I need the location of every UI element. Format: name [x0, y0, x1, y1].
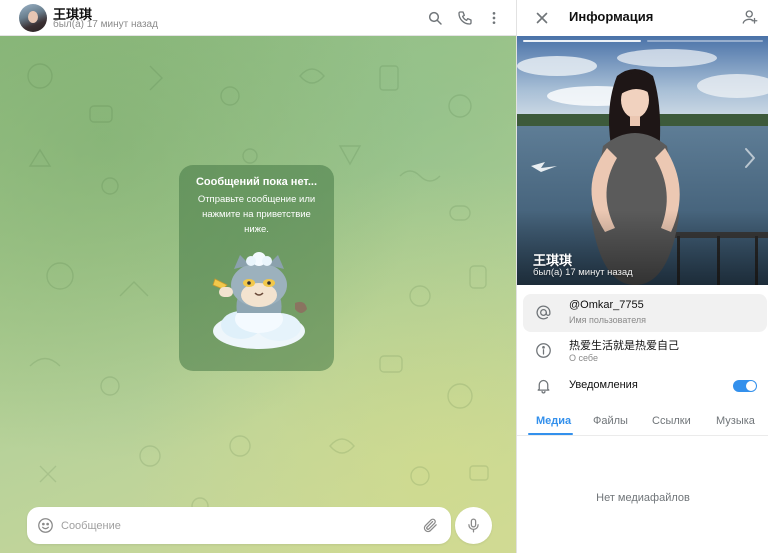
- at-icon: [536, 305, 551, 320]
- username-label: Имя пользователя: [569, 315, 647, 325]
- avatar[interactable]: [19, 4, 47, 32]
- shared-media-tabs: Медиа Файлы Ссылки Музыка: [517, 408, 768, 436]
- info-header: Информация: [517, 0, 768, 36]
- search-icon[interactable]: [425, 8, 445, 28]
- close-icon[interactable]: [533, 9, 551, 27]
- tab-links[interactable]: Ссылки: [652, 415, 691, 427]
- info-icon: [536, 343, 551, 358]
- chat-pane: 王琪琪 был(а) 17 минут назад Сообщений пока…: [0, 0, 516, 553]
- paperclip-icon[interactable]: [422, 517, 439, 534]
- message-composer: [27, 507, 451, 544]
- notifications-label: Уведомления: [569, 379, 638, 391]
- username-value: @Omkar_7755: [569, 299, 644, 311]
- empty-chat-title: Сообщений пока нет...: [195, 176, 318, 188]
- active-tab-indicator: [528, 433, 573, 435]
- empty-chat-greeting: Сообщений пока нет... Отправьте сообщени…: [179, 165, 334, 371]
- username-row[interactable]: @Omkar_7755 Имя пользователя: [523, 294, 767, 332]
- chat-header: 王琪琪 был(а) 17 минут назад: [0, 0, 516, 36]
- photo-progress-active: [523, 40, 641, 42]
- chevron-right-icon[interactable]: [743, 146, 757, 170]
- last-seen-status: был(а) 17 минут назад: [53, 19, 158, 30]
- notifications-row[interactable]: Уведомления: [523, 367, 767, 405]
- bio-value: 热爱生活就是热爱自己: [569, 340, 679, 352]
- tab-media[interactable]: Медиа: [536, 415, 571, 427]
- empty-chat-subtitle: Отправьте сообщение или нажмите на приве…: [197, 194, 316, 235]
- emoji-icon[interactable]: [37, 517, 54, 534]
- greeting-sticker[interactable]: [201, 243, 313, 353]
- add-contact-icon[interactable]: [741, 8, 759, 26]
- info-title: Информация: [569, 9, 654, 24]
- bio-row[interactable]: 热爱生活就是热爱自己 О себе: [523, 332, 767, 370]
- voice-record-button[interactable]: [455, 507, 492, 544]
- profile-status: был(а) 17 минут назад: [533, 267, 633, 278]
- phone-icon[interactable]: [455, 8, 475, 28]
- message-input[interactable]: [61, 516, 401, 536]
- tab-files[interactable]: Файлы: [593, 415, 628, 427]
- bio-label: О себе: [569, 353, 598, 363]
- bell-icon: [537, 379, 550, 394]
- more-vertical-icon[interactable]: [484, 8, 504, 28]
- notifications-toggle[interactable]: [733, 380, 757, 392]
- profile-photo[interactable]: 王琪琪 был(а) 17 минут назад: [517, 36, 768, 285]
- microphone-icon: [468, 518, 479, 533]
- user-info-pane: Информация 王琪琪 был(а) 17 минут назад @Om…: [516, 0, 768, 553]
- tab-music[interactable]: Музыка: [716, 415, 755, 427]
- photo-progress-track: [647, 40, 763, 42]
- no-media-placeholder: Нет медиафайлов: [596, 492, 690, 504]
- profile-photo-image: [517, 36, 768, 285]
